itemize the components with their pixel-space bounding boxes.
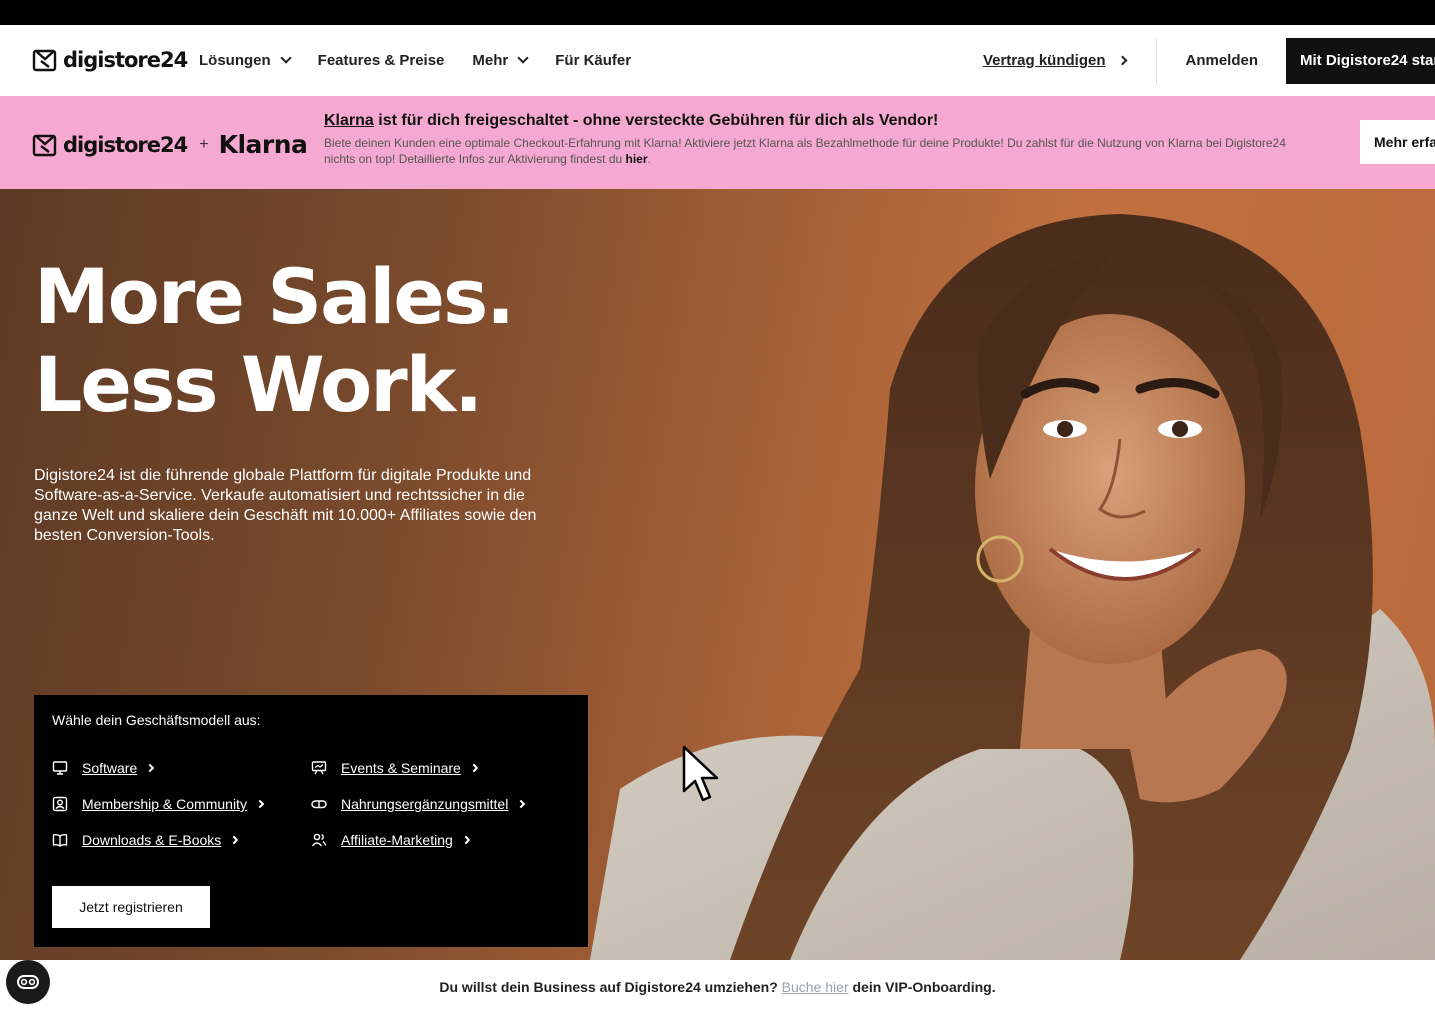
- nav-item-mehr[interactable]: Mehr: [472, 52, 529, 69]
- cancel-contract-label: Vertrag kündigen: [982, 52, 1106, 69]
- cancel-contract-link[interactable]: Vertrag kündigen: [982, 52, 1128, 69]
- chevron-down-icon: [280, 52, 292, 64]
- option-membership-community[interactable]: Membership & Community: [52, 796, 265, 812]
- option-affiliate-marketing[interactable]: Affiliate-Marketing: [311, 832, 471, 848]
- chevron-right-icon: [255, 799, 265, 809]
- option-label: Affiliate-Marketing: [341, 832, 453, 848]
- chevron-down-icon: [517, 52, 529, 64]
- klarna-banner: digistore24 + Klarna Klarna ist für dich…: [0, 96, 1435, 189]
- option-downloads-ebooks[interactable]: Downloads & E-Books: [52, 832, 239, 848]
- option-label: Downloads & E-Books: [82, 832, 222, 848]
- banner-description: Biete deinen Kunden eine optimale Checko…: [324, 135, 1314, 167]
- digistore24-logo-icon: [32, 49, 57, 72]
- chevron-right-icon: [469, 763, 479, 773]
- onboarding-text: Du willst dein Business auf Digistore24 …: [0, 979, 1435, 995]
- nav-item-label: Lösungen: [199, 52, 271, 69]
- onboarding-text-after: dein VIP-Onboarding.: [852, 979, 996, 995]
- digistore-klarna-logo: digistore24 + Klarna: [32, 130, 308, 159]
- hero-subtext: Digistore24 ist die führende globale Pla…: [34, 467, 537, 544]
- digistore24-logo-icon: [32, 134, 57, 156]
- option-label: Software: [82, 760, 138, 776]
- headline-line-2: Less Work.: [34, 340, 483, 429]
- register-button[interactable]: Jetzt registrieren: [52, 886, 210, 928]
- mouse-cursor-icon: [682, 745, 719, 802]
- onboarding-text-before: Du willst dein Business auf Digistore24 …: [439, 979, 778, 995]
- book-icon: [52, 832, 68, 848]
- nav-item-label: Für Käufer: [555, 52, 632, 69]
- main-navigation: digistore24 Lösungen Features & Preise M…: [0, 25, 1435, 96]
- login-button[interactable]: Anmelden: [1185, 52, 1258, 69]
- nav-divider: [1156, 37, 1158, 84]
- banner-description-end: .: [647, 152, 651, 166]
- nav-item-features-preise[interactable]: Features & Preise: [318, 52, 445, 69]
- cookie-consent-button[interactable]: [6, 960, 50, 1004]
- nav-item-fuer-kaeufer[interactable]: Für Käufer: [555, 52, 631, 69]
- banner-title-text: ist für dich freigeschaltet - ohne verst…: [378, 112, 939, 129]
- users-icon: [311, 832, 327, 848]
- book-here-link[interactable]: Buche hier: [782, 979, 849, 995]
- onboarding-bar: Du willst dein Business auf Digistore24 …: [0, 960, 1435, 1009]
- hier-link[interactable]: hier: [626, 152, 648, 166]
- chevron-right-icon: [146, 763, 155, 773]
- chevron-right-icon: [1118, 55, 1128, 66]
- nav-item-label: Mehr: [472, 52, 509, 69]
- nav-item-loesungen[interactable]: Lösungen: [199, 52, 292, 69]
- klarna-link[interactable]: Klarna: [324, 112, 374, 129]
- hero-woman-photo: [590, 214, 1435, 960]
- logo-text: digistore24: [63, 48, 188, 72]
- hero-section: More Sales. Less Work. Digistore24 ist d…: [0, 189, 1435, 960]
- learn-more-button[interactable]: Mehr erfahren: [1360, 120, 1435, 164]
- option-label: Membership & Community: [82, 796, 247, 812]
- hero-headline: More Sales. Less Work.: [34, 252, 515, 429]
- top-black-strip: [0, 0, 1435, 25]
- option-software[interactable]: Software: [52, 760, 155, 776]
- headline-line-1: More Sales.: [34, 252, 515, 341]
- capsule-icon: [311, 796, 327, 812]
- digistore24-logo[interactable]: digistore24: [32, 47, 188, 73]
- chevron-right-icon: [230, 835, 239, 845]
- cookie-settings-icon: [17, 975, 39, 989]
- banner-description-text: Biete deinen Kunden eine optimale Checko…: [324, 136, 1286, 166]
- option-label: Nahrungsergänzungsmittel: [341, 796, 509, 812]
- logo-text: digistore24: [63, 132, 188, 157]
- presentation-icon: [311, 760, 327, 776]
- banner-title: Klarna ist für dich freigeschaltet - ohn…: [324, 112, 1324, 130]
- option-nahrungsergaenzungsmittel[interactable]: Nahrungsergänzungsmittel: [311, 796, 526, 812]
- business-model-title: Wähle dein Geschäftsmodell aus:: [52, 712, 261, 728]
- chevron-right-icon: [517, 799, 526, 809]
- option-label: Events & Seminare: [341, 760, 461, 776]
- start-with-digistore-button[interactable]: Mit Digistore24 starten: [1286, 37, 1435, 84]
- plus-sign: +: [199, 135, 209, 153]
- klarna-logo: Klarna: [218, 130, 308, 159]
- chevron-right-icon: [461, 835, 471, 845]
- business-model-selector: Wähle dein Geschäftsmodell aus: Software…: [34, 695, 588, 947]
- monitor-icon: [52, 760, 68, 776]
- nav-item-label: Features & Preise: [317, 52, 445, 69]
- user-badge-icon: [52, 796, 68, 812]
- option-events-seminare[interactable]: Events & Seminare: [311, 760, 479, 776]
